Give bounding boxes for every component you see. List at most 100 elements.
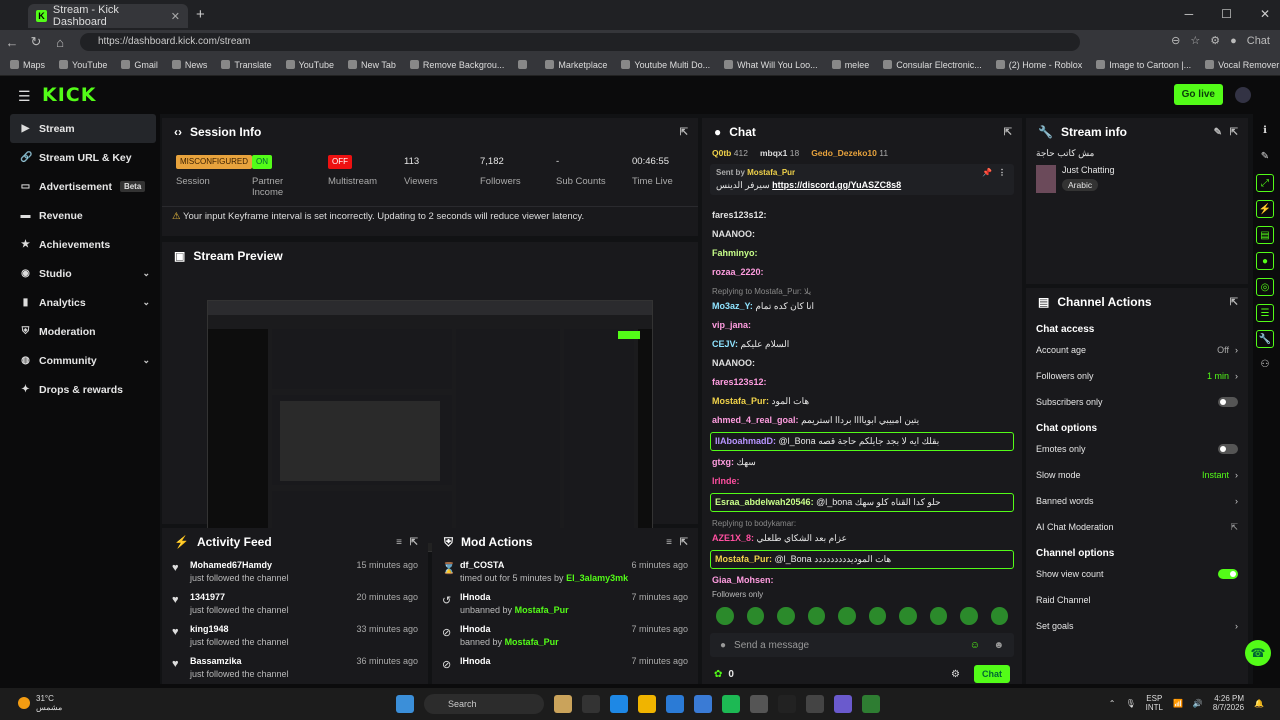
star-icon[interactable]: ☆ <box>1190 34 1200 47</box>
profile-avatar[interactable]: ● <box>1230 35 1237 47</box>
discord-link[interactable]: https://discord.gg/YuASZC8s8 <box>772 180 901 190</box>
filter-icon[interactable]: ≡ <box>396 537 402 548</box>
broadcast-icon[interactable]: ◎ <box>1256 278 1274 296</box>
toggle-switch[interactable] <box>1218 569 1238 579</box>
pencil-icon[interactable]: ✎ <box>1256 148 1274 166</box>
chat-username[interactable]: rozaa_2220: <box>712 267 764 277</box>
bookmark-item[interactable]: YouTube <box>285 60 334 70</box>
bookmark-item[interactable]: Remove Backgrou... <box>409 60 504 70</box>
stream-preview-video[interactable] <box>207 300 653 552</box>
chat-username[interactable]: NAANOO: <box>712 358 755 368</box>
home-icon[interactable]: ⌂ <box>48 35 72 50</box>
chevron-down-icon[interactable]: ⌄ <box>142 297 150 308</box>
sidebar-item-drops-rewards[interactable]: ✦ Drops & rewards <box>6 375 160 404</box>
new-tab-icon[interactable]: + <box>196 6 205 23</box>
bookmark-item[interactable]: Marketplace <box>545 60 607 70</box>
bookmark-item[interactable]: Image to Cartoon |... <box>1096 60 1191 70</box>
bookmark-item[interactable]: melee <box>831 60 869 70</box>
back-icon[interactable]: ← <box>0 35 24 50</box>
pinned-message[interactable]: Sent by Mostafa_Pur 📌 ⋮ سيرفر الدينس http… <box>710 164 1014 195</box>
close-tab-icon[interactable]: ✕ <box>171 10 180 23</box>
chat-username[interactable]: AZE1X_8: <box>712 533 754 543</box>
reload-icon[interactable]: ↻ <box>24 34 48 50</box>
taskbar-app-icon[interactable] <box>610 695 628 713</box>
taskbar-app-icon[interactable] <box>554 695 572 713</box>
chat-username[interactable]: Mostafa_Pur: <box>712 396 769 406</box>
info-icon[interactable]: ℹ <box>1256 122 1274 140</box>
toggle-switch[interactable] <box>1218 397 1238 407</box>
emote-icon[interactable] <box>990 607 1008 625</box>
help-fab[interactable]: ☎ <box>1245 640 1271 666</box>
external-link-icon[interactable]: ⇱ <box>1230 522 1238 533</box>
expand-icon[interactable]: ⤢ <box>1256 174 1274 192</box>
language-indicator[interactable]: ESP INTL <box>1146 694 1163 712</box>
wrench-icon[interactable]: 🔧 <box>1256 330 1274 348</box>
chat-username[interactable]: Giaa_Mohsen: <box>712 575 774 585</box>
bookmark-item[interactable]: Vocal Remover an... <box>1205 60 1280 70</box>
close-window-icon[interactable]: ✕ <box>1260 7 1270 21</box>
list-icon[interactable]: ☰ <box>1256 304 1274 322</box>
sidebar-item-achievements[interactable]: ★ Achievements <box>6 230 160 259</box>
taskbar-search[interactable]: Search <box>424 694 544 714</box>
extensions-icon[interactable]: ⚙ <box>1210 34 1220 47</box>
setting-slow-mode[interactable]: Slow mode Instant › <box>1026 462 1248 488</box>
notification-icon[interactable]: 🔔 <box>1254 699 1264 708</box>
document-icon[interactable]: ▤ <box>1256 226 1274 244</box>
top-chatter[interactable]: mbqx1 18 <box>760 148 799 158</box>
bookmark-item[interactable]: YouTube <box>59 60 107 70</box>
moderator-name[interactable]: El_3alamy3mk <box>566 573 628 583</box>
emote-icon[interactable] <box>807 607 825 625</box>
setting-account-age[interactable]: Account age Off › <box>1026 337 1248 363</box>
bookmark-item[interactable]: Youtube Multi Do... <box>621 60 710 70</box>
popout-icon[interactable]: ⇱ <box>1004 127 1012 138</box>
chat-username[interactable]: NAANOO: <box>712 229 755 239</box>
emote-icon[interactable] <box>929 607 947 625</box>
sidebar-item-community[interactable]: ◍ Community ⌄ <box>6 346 160 375</box>
sidebar-item-stream[interactable]: ▶ Stream <box>10 114 156 143</box>
users-icon[interactable]: ⚇ <box>1256 356 1274 374</box>
category-name[interactable]: Just Chatting <box>1062 165 1115 175</box>
popout-icon[interactable]: ⇱ <box>680 127 688 138</box>
moderator-name[interactable]: Mostafa_Pur <box>505 637 559 647</box>
emote-icon[interactable] <box>777 607 795 625</box>
chat-bubble-icon[interactable]: ● <box>1256 252 1274 270</box>
bookmark-item[interactable] <box>518 60 531 69</box>
chat-username[interactable]: ahmed_4_real_goal: <box>712 415 799 425</box>
taskbar-app-icon[interactable] <box>862 695 880 713</box>
send-chat-button[interactable]: Chat <box>974 665 1010 683</box>
menu-icon[interactable]: ☰ <box>18 88 31 105</box>
chat-username[interactable]: Mo3az_Y: <box>712 301 753 311</box>
chevron-right-icon[interactable]: › <box>1235 496 1238 506</box>
chevron-down-icon[interactable]: ⌄ <box>142 268 150 279</box>
moderator-name[interactable]: Mostafa_Pur <box>515 605 569 615</box>
chat-input[interactable]: ● Send a message ☺ ☻ <box>710 633 1014 657</box>
sidebar-item-revenue[interactable]: ▬ Revenue <box>6 201 160 230</box>
setting-set-goals[interactable]: Set goals › <box>1026 613 1248 639</box>
chat-username[interactable]: fares123s12: <box>712 210 767 220</box>
bookmark-item[interactable]: Consular Electronic... <box>883 60 982 70</box>
sidebar-item-studio[interactable]: ◉ Studio ⌄ <box>6 259 160 288</box>
taskbar-app-icon[interactable] <box>834 695 852 713</box>
emote-icon[interactable] <box>899 607 917 625</box>
setting-followers-only[interactable]: Followers only 1 min › <box>1026 363 1248 389</box>
copilot-button[interactable]: Chat <box>1247 35 1270 47</box>
taskbar-app-icon[interactable] <box>582 695 600 713</box>
clock[interactable]: 4:26 PM 8/7/2026 <box>1213 694 1244 712</box>
taskbar-app-icon[interactable] <box>666 695 684 713</box>
bookmark-item[interactable]: Translate <box>221 60 272 70</box>
weather-widget[interactable]: 31°C مشمس <box>18 694 62 712</box>
browser-tab[interactable]: K Stream - Kick Dashboard ✕ <box>28 4 188 28</box>
bookmark-item[interactable]: What Will You Loo... <box>724 60 818 70</box>
minimize-icon[interactable]: ─ <box>1185 7 1194 21</box>
bolt-icon[interactable]: ⚡ <box>1256 200 1274 218</box>
chat-username[interactable]: CEJV: <box>712 339 738 349</box>
chat-username[interactable]: gtxg: <box>712 457 734 467</box>
edit-icon[interactable]: ✎ <box>1214 127 1222 138</box>
chat-username[interactable]: IlAboahmadD: <box>715 436 776 446</box>
setting-banned-words[interactable]: Banned words › <box>1026 488 1248 514</box>
emote-icon[interactable] <box>868 607 886 625</box>
settings-icon[interactable]: ⚙ <box>951 669 960 680</box>
zoom-icon[interactable]: ⊖ <box>1171 34 1180 47</box>
popout-icon[interactable]: ⇱ <box>1230 127 1238 138</box>
sidebar-item-moderation[interactable]: ⛨ Moderation <box>6 317 160 346</box>
